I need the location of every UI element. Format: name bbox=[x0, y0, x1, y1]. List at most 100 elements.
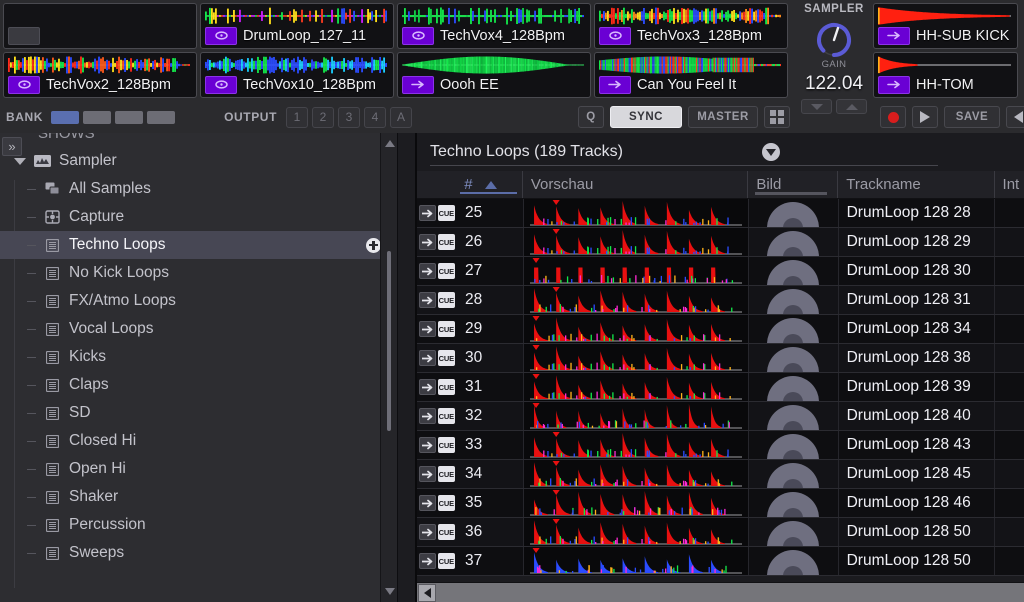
sidebar-item-capture[interactable]: Capture bbox=[0, 203, 397, 231]
sample-slot[interactable]: HH-TOM bbox=[873, 52, 1018, 98]
master-button[interactable]: MASTER bbox=[688, 106, 758, 128]
sample-slot[interactable]: TechVox3_128Bpm bbox=[594, 3, 788, 49]
row-preview-waveform[interactable] bbox=[523, 315, 749, 343]
table-row[interactable]: CUE 30 DrumLoop 128 38 bbox=[417, 344, 1024, 373]
sidebar-item-sampler[interactable]: Sampler bbox=[0, 147, 397, 175]
bank-slot[interactable] bbox=[115, 110, 144, 124]
output-button-4[interactable]: 4 bbox=[364, 106, 387, 128]
cue-button[interactable]: CUE bbox=[437, 408, 455, 424]
cue-button[interactable]: CUE bbox=[437, 205, 455, 221]
table-row[interactable]: CUE 33 DrumLoop 128 43 bbox=[417, 431, 1024, 460]
horizontal-scrollbar[interactable] bbox=[417, 582, 1024, 602]
sidebar-item-all-samples[interactable]: All Samples bbox=[0, 175, 397, 203]
row-preview-waveform[interactable] bbox=[523, 344, 749, 372]
sample-slot[interactable]: DrumLoop_127_11 bbox=[200, 3, 394, 49]
row-preview-waveform[interactable] bbox=[523, 199, 749, 227]
row-preview-waveform[interactable] bbox=[523, 257, 749, 285]
load-track-icon[interactable] bbox=[419, 350, 436, 366]
grid-view-button[interactable] bbox=[764, 106, 790, 128]
add-to-playlist-icon[interactable] bbox=[366, 237, 381, 253]
sidebar-item-sd[interactable]: SD bbox=[0, 399, 397, 427]
sidebar-item-kicks[interactable]: Kicks bbox=[0, 343, 397, 371]
table-row[interactable]: CUE 26 DrumLoop 128 29 bbox=[417, 228, 1024, 257]
load-track-icon[interactable] bbox=[419, 553, 436, 569]
collapse-panel-button[interactable] bbox=[1006, 106, 1024, 128]
sidebar-item-open-hi[interactable]: Open Hi bbox=[0, 455, 397, 483]
row-preview-waveform[interactable] bbox=[523, 228, 749, 256]
sample-slot[interactable]: HH-SUB KICK bbox=[873, 3, 1018, 49]
table-row[interactable]: CUE 36 DrumLoop 128 50 bbox=[417, 518, 1024, 547]
row-preview-waveform[interactable] bbox=[523, 286, 749, 314]
sidebar-item-sweeps[interactable]: Sweeps bbox=[0, 539, 397, 567]
sidebar-item-fx-atmo-loops[interactable]: FX/Atmo Loops bbox=[0, 287, 397, 315]
quantize-button[interactable]: Q bbox=[578, 106, 604, 128]
output-button-2[interactable]: 2 bbox=[312, 106, 335, 128]
column-header-cue[interactable] bbox=[417, 171, 454, 198]
sample-slot[interactable]: Can You Feel It bbox=[594, 52, 788, 98]
oneshot-icon[interactable] bbox=[599, 75, 631, 94]
load-track-icon[interactable] bbox=[419, 292, 436, 308]
column-header-trackname[interactable]: Trackname bbox=[838, 171, 995, 198]
load-track-icon[interactable] bbox=[419, 205, 436, 221]
row-preview-waveform[interactable] bbox=[523, 489, 749, 517]
cue-button[interactable]: CUE bbox=[437, 379, 455, 395]
scrollbar-thumb[interactable] bbox=[387, 251, 391, 431]
sidebar-item-vocal-loops[interactable]: Vocal Loops bbox=[0, 315, 397, 343]
cue-button[interactable]: CUE bbox=[437, 350, 455, 366]
table-row[interactable]: CUE 32 DrumLoop 128 40 bbox=[417, 402, 1024, 431]
loop-icon[interactable] bbox=[205, 26, 237, 45]
row-preview-waveform[interactable] bbox=[523, 431, 749, 459]
sidebar-item-closed-hi[interactable]: Closed Hi bbox=[0, 427, 397, 455]
oneshot-icon[interactable] bbox=[878, 26, 910, 45]
load-track-icon[interactable] bbox=[419, 234, 436, 250]
loop-icon[interactable] bbox=[205, 75, 237, 94]
sidebar-scrollbar[interactable] bbox=[380, 133, 397, 602]
sample-slot[interactable]: Oooh EE bbox=[397, 52, 591, 98]
table-row[interactable]: CUE 29 DrumLoop 128 34 bbox=[417, 315, 1024, 344]
sample-slot[interactable] bbox=[3, 3, 197, 49]
column-header-number[interactable]: # bbox=[454, 171, 523, 198]
load-track-icon[interactable] bbox=[419, 437, 436, 453]
loop-icon[interactable] bbox=[8, 75, 40, 94]
sample-slot[interactable]: TechVox4_128Bpm bbox=[397, 3, 591, 49]
load-track-icon[interactable] bbox=[419, 263, 436, 279]
sync-button[interactable]: SYNC bbox=[610, 106, 682, 128]
table-row[interactable]: CUE 37 DrumLoop 128 50 bbox=[417, 547, 1024, 576]
cue-button[interactable]: CUE bbox=[437, 263, 455, 279]
cue-button[interactable]: CUE bbox=[437, 321, 455, 337]
output-button-3[interactable]: 3 bbox=[338, 106, 361, 128]
sidebar-item-shaker[interactable]: Shaker bbox=[0, 483, 397, 511]
bank-slots[interactable] bbox=[51, 110, 176, 124]
sample-play-mode-badge[interactable] bbox=[8, 26, 40, 45]
scroll-down-button[interactable] bbox=[381, 583, 397, 600]
load-track-icon[interactable] bbox=[419, 408, 436, 424]
cue-button[interactable]: CUE bbox=[437, 495, 455, 511]
load-track-icon[interactable] bbox=[419, 524, 436, 540]
bank-slot[interactable] bbox=[51, 110, 80, 124]
bank-slot[interactable] bbox=[147, 110, 176, 124]
row-preview-waveform[interactable] bbox=[523, 402, 749, 430]
sidebar-item-techno-loops[interactable]: Techno Loops bbox=[0, 231, 397, 259]
output-button-a[interactable]: A bbox=[390, 106, 413, 128]
sample-slot[interactable]: TechVox2_128Bpm bbox=[3, 52, 197, 98]
sidebar-item-no-kick-loops[interactable]: No Kick Loops bbox=[0, 259, 397, 287]
cue-button[interactable]: CUE bbox=[437, 553, 455, 569]
cue-button[interactable]: CUE bbox=[437, 524, 455, 540]
record-button[interactable] bbox=[880, 106, 906, 128]
load-track-icon[interactable] bbox=[419, 379, 436, 395]
output-button-1[interactable]: 1 bbox=[286, 106, 309, 128]
filter-icon[interactable] bbox=[762, 143, 780, 161]
column-header-preview[interactable]: Vorschau bbox=[523, 171, 749, 198]
table-row[interactable]: CUE 34 DrumLoop 128 45 bbox=[417, 460, 1024, 489]
row-preview-waveform[interactable] bbox=[523, 547, 749, 575]
load-track-icon[interactable] bbox=[419, 495, 436, 511]
scroll-left-button[interactable] bbox=[418, 583, 436, 602]
cue-button[interactable]: CUE bbox=[437, 234, 455, 250]
oneshot-icon[interactable] bbox=[402, 75, 434, 94]
sidebar-item-claps[interactable]: Claps bbox=[0, 371, 397, 399]
save-button[interactable]: SAVE bbox=[944, 106, 1000, 128]
column-header-bild[interactable]: Bild bbox=[748, 171, 839, 198]
table-row[interactable]: CUE 27 DrumLoop 128 30 bbox=[417, 257, 1024, 286]
loop-icon[interactable] bbox=[599, 26, 631, 45]
table-row[interactable]: CUE 31 DrumLoop 128 39 bbox=[417, 373, 1024, 402]
